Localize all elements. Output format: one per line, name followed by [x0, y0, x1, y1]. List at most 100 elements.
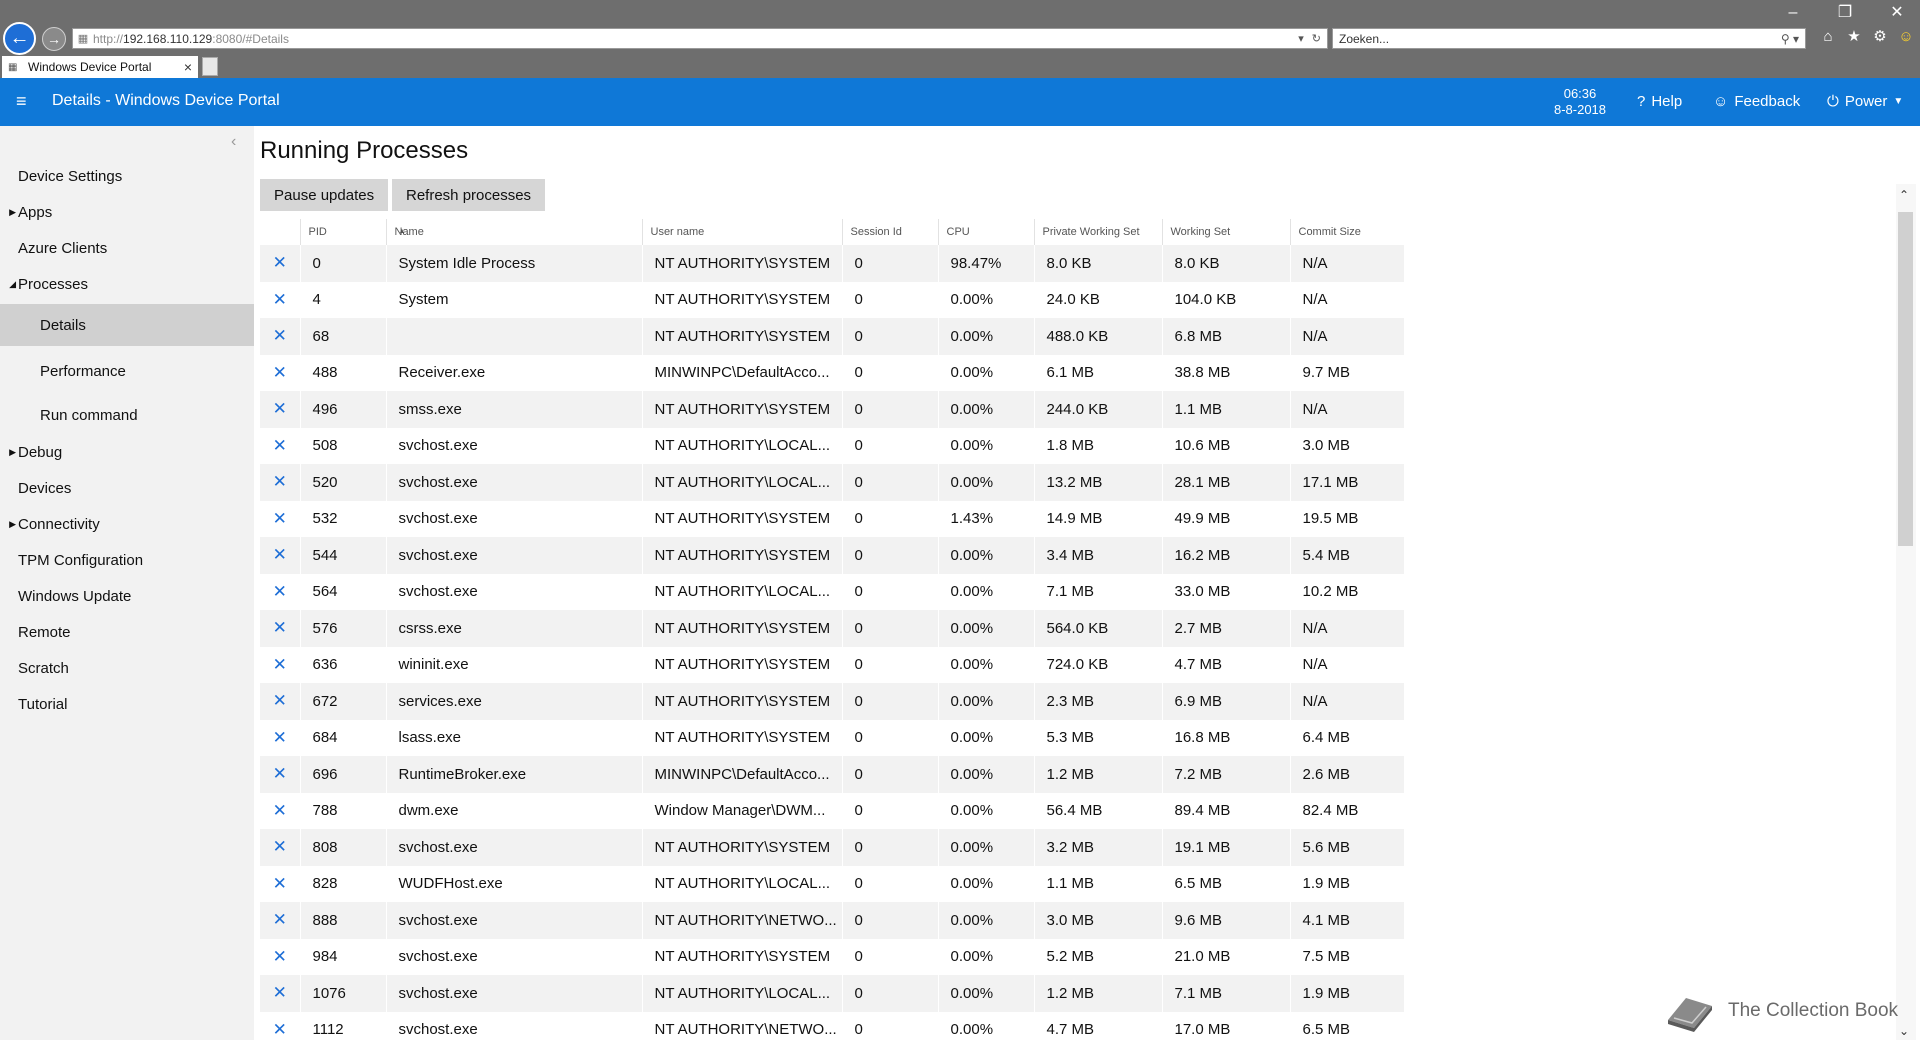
kill-process-icon[interactable]: ✕	[260, 756, 300, 793]
kill-process-icon[interactable]: ✕	[260, 975, 300, 1012]
sidebar-item-remote[interactable]: Remote	[0, 614, 254, 650]
table-row[interactable]: ✕508svchost.exeNT AUTHORITY\LOCAL...00.0…	[260, 428, 1404, 465]
kill-process-icon[interactable]: ✕	[260, 1012, 300, 1048]
column-header-user-name[interactable]: User name	[642, 219, 842, 245]
sidebar-item-apps[interactable]: ▶Apps	[0, 194, 254, 230]
kill-process-icon[interactable]: ✕	[260, 866, 300, 903]
commit-size-cell: 10.2 MB	[1290, 574, 1404, 611]
table-row[interactable]: ✕636wininit.exeNT AUTHORITY\SYSTEM00.00%…	[260, 647, 1404, 684]
table-row[interactable]: ✕672services.exeNT AUTHORITY\SYSTEM00.00…	[260, 683, 1404, 720]
back-button[interactable]: ←	[3, 22, 36, 55]
table-row[interactable]: ✕788dwm.exeWindow Manager\DWM...00.00%56…	[260, 793, 1404, 830]
table-row[interactable]: ✕984svchost.exeNT AUTHORITY\SYSTEM00.00%…	[260, 939, 1404, 976]
table-row[interactable]: ✕488Receiver.exeMINWINPC\DefaultAcco...0…	[260, 355, 1404, 392]
search-input[interactable]: Zoeken...	[1339, 32, 1389, 46]
name-cell: svchost.exe	[386, 501, 642, 538]
sidebar-item-debug[interactable]: ▶Debug	[0, 434, 254, 470]
feedback-link[interactable]: ☺ Feedback	[1713, 93, 1800, 110]
sidebar-item-performance[interactable]: Performance	[0, 350, 254, 392]
table-row[interactable]: ✕532svchost.exeNT AUTHORITY\SYSTEM01.43%…	[260, 501, 1404, 538]
table-row[interactable]: ✕1112svchost.exeNT AUTHORITY\NETWO...00.…	[260, 1012, 1404, 1048]
column-header-pid[interactable]: PID▲	[300, 219, 386, 245]
favorites-star-icon[interactable]: ★	[1846, 29, 1862, 45]
kill-process-icon[interactable]: ✕	[260, 282, 300, 319]
power-menu[interactable]: ⏻ Power ▼	[1827, 93, 1903, 110]
kill-process-icon[interactable]: ✕	[260, 647, 300, 684]
sidebar-item-scratch[interactable]: Scratch	[0, 650, 254, 686]
table-row[interactable]: ✕684lsass.exeNT AUTHORITY\SYSTEM00.00%5.…	[260, 720, 1404, 757]
vertical-scrollbar[interactable]: ⌃ ⌄	[1896, 184, 1916, 1040]
column-header-private-working-set[interactable]: Private Working Set	[1034, 219, 1162, 245]
address-bar[interactable]: ▦ http://192.168.110.129:8080/#Details ▾…	[72, 28, 1328, 49]
table-row[interactable]: ✕0System Idle ProcessNT AUTHORITY\SYSTEM…	[260, 245, 1404, 282]
forward-button[interactable]: →	[42, 27, 66, 51]
column-header-working-set[interactable]: Working Set	[1162, 219, 1290, 245]
table-row[interactable]: ✕68NT AUTHORITY\SYSTEM00.00%488.0 KB6.8 …	[260, 318, 1404, 355]
sidebar-item-windows-update[interactable]: Windows Update	[0, 578, 254, 614]
pause-updates-button[interactable]: Pause updates	[260, 179, 388, 211]
kill-process-icon[interactable]: ✕	[260, 683, 300, 720]
kill-process-icon[interactable]: ✕	[260, 574, 300, 611]
column-header-cpu[interactable]: CPU	[938, 219, 1034, 245]
kill-process-icon[interactable]: ✕	[260, 428, 300, 465]
home-icon[interactable]: ⌂	[1820, 29, 1836, 45]
kill-process-icon[interactable]: ✕	[260, 355, 300, 392]
hamburger-menu-icon[interactable]: ≡	[16, 92, 27, 110]
kill-process-icon[interactable]: ✕	[260, 939, 300, 976]
tab-close-icon[interactable]: ×	[184, 59, 198, 75]
sidebar-item-azure-clients[interactable]: Azure Clients	[0, 230, 254, 266]
sidebar-item-device-settings[interactable]: Device Settings	[0, 158, 254, 194]
kill-process-icon[interactable]: ✕	[260, 318, 300, 355]
collapse-sidebar-icon[interactable]: ‹	[231, 133, 236, 151]
name-cell: csrss.exe	[386, 610, 642, 647]
column-header-commit-size[interactable]: Commit Size	[1290, 219, 1404, 245]
smiley-feedback-icon[interactable]: ☺	[1898, 29, 1914, 45]
sidebar-item-details[interactable]: Details	[0, 304, 254, 346]
kill-process-icon[interactable]: ✕	[260, 610, 300, 647]
table-row[interactable]: ✕576csrss.exeNT AUTHORITY\SYSTEM00.00%56…	[260, 610, 1404, 647]
help-link[interactable]: ? Help	[1637, 93, 1682, 110]
sidebar-item-tpm-configuration[interactable]: TPM Configuration	[0, 542, 254, 578]
kill-process-icon[interactable]: ✕	[260, 501, 300, 538]
sidebar-item-tutorial[interactable]: Tutorial	[0, 686, 254, 722]
new-tab-button[interactable]	[202, 57, 218, 76]
kill-process-icon[interactable]: ✕	[260, 245, 300, 282]
column-header-session-id[interactable]: Session Id	[842, 219, 938, 245]
kill-process-icon[interactable]: ✕	[260, 902, 300, 939]
search-bar[interactable]: Zoeken... ⚲ ▾	[1332, 28, 1806, 49]
table-row[interactable]: ✕4SystemNT AUTHORITY\SYSTEM00.00%24.0 KB…	[260, 282, 1404, 319]
table-row[interactable]: ✕520svchost.exeNT AUTHORITY\LOCAL...00.0…	[260, 464, 1404, 501]
settings-gear-icon[interactable]: ⚙	[1872, 29, 1888, 45]
table-row[interactable]: ✕496smss.exeNT AUTHORITY\SYSTEM00.00%244…	[260, 391, 1404, 428]
table-row[interactable]: ✕696RuntimeBroker.exeMINWINPC\DefaultAcc…	[260, 756, 1404, 793]
kill-process-icon[interactable]: ✕	[260, 720, 300, 757]
column-header-name[interactable]: Name	[386, 219, 642, 245]
sidebar-item-devices[interactable]: Devices	[0, 470, 254, 506]
table-row[interactable]: ✕808svchost.exeNT AUTHORITY\SYSTEM00.00%…	[260, 829, 1404, 866]
table-row[interactable]: ✕564svchost.exeNT AUTHORITY\LOCAL...00.0…	[260, 574, 1404, 611]
pid-cell: 984	[300, 939, 386, 976]
kill-process-icon[interactable]: ✕	[260, 829, 300, 866]
kill-process-icon[interactable]: ✕	[260, 537, 300, 574]
close-icon[interactable]: ✕	[1888, 4, 1906, 22]
kill-process-icon[interactable]: ✕	[260, 391, 300, 428]
scroll-up-icon[interactable]: ⌃	[1899, 188, 1909, 202]
sidebar-item-run-command[interactable]: Run command	[0, 394, 254, 436]
table-row[interactable]: ✕544svchost.exeNT AUTHORITY\SYSTEM00.00%…	[260, 537, 1404, 574]
table-row[interactable]: ✕828WUDFHost.exeNT AUTHORITY\LOCAL...00.…	[260, 866, 1404, 903]
address-dropdown-icon[interactable]: ▾	[1298, 32, 1304, 45]
kill-process-icon[interactable]: ✕	[260, 793, 300, 830]
minimize-icon[interactable]: –	[1784, 4, 1802, 22]
sidebar-item-processes[interactable]: ◢Processes	[0, 266, 254, 302]
search-icon[interactable]: ⚲ ▾	[1781, 32, 1805, 46]
scroll-down-icon[interactable]: ⌄	[1899, 1024, 1909, 1038]
browser-tab[interactable]: ▦ Windows Device Portal ×	[2, 56, 198, 78]
table-row[interactable]: ✕1076svchost.exeNT AUTHORITY\LOCAL...00.…	[260, 975, 1404, 1012]
refresh-processes-button[interactable]: Refresh processes	[392, 179, 545, 211]
refresh-icon[interactable]: ↻	[1312, 32, 1321, 45]
sidebar-item-connectivity[interactable]: ▶Connectivity	[0, 506, 254, 542]
table-row[interactable]: ✕888svchost.exeNT AUTHORITY\NETWO...00.0…	[260, 902, 1404, 939]
scrollbar-thumb[interactable]	[1898, 212, 1913, 546]
kill-process-icon[interactable]: ✕	[260, 464, 300, 501]
restore-icon[interactable]: ❐	[1836, 4, 1854, 22]
